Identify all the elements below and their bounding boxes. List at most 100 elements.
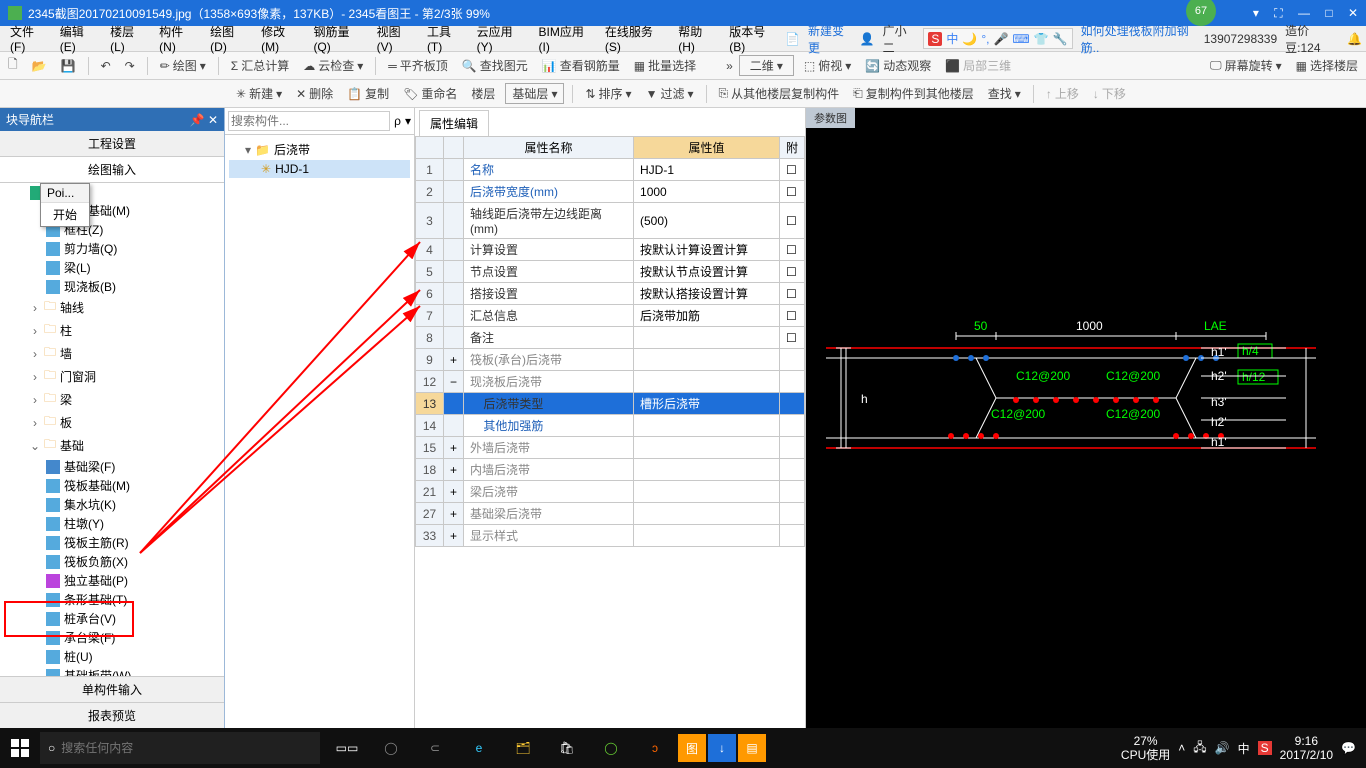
nav-item[interactable]: 独立基础(P) — [0, 571, 224, 590]
menu-edit[interactable]: 编辑(E) — [54, 23, 104, 54]
nav-tab-single[interactable]: 单构件输入 — [0, 676, 224, 702]
app3-icon[interactable]: ◯ — [590, 728, 632, 768]
menu-help[interactable]: 帮助(H) — [672, 23, 723, 54]
prop-row[interactable]: 4计算设置按默认计算设置计算☐ — [416, 239, 805, 261]
taskbar-search[interactable]: ○ — [40, 732, 320, 764]
nav-item[interactable]: 现浇板(B) — [0, 277, 224, 296]
prop-row[interactable]: 21+梁后浇带 — [416, 481, 805, 503]
nav-item[interactable]: 基础板带(W) — [0, 666, 224, 676]
volume-icon[interactable]: 🔊 — [1215, 741, 1230, 755]
app6-icon[interactable]: ▤ — [738, 734, 766, 762]
cortana-icon[interactable]: ○ — [48, 741, 55, 755]
prop-row[interactable]: 15+外墙后浇带 — [416, 437, 805, 459]
find-btn[interactable]: 查找 ▾ — [984, 83, 1025, 104]
nav-close-icon[interactable]: ✕ — [208, 113, 218, 127]
app4-icon[interactable]: ɔ — [634, 728, 676, 768]
prop-row[interactable]: 33+显示样式 — [416, 525, 805, 547]
drop-icon[interactable]: ▾ — [1253, 6, 1259, 20]
prop-row[interactable]: 14 其他加强筋 — [416, 415, 805, 437]
level-btn[interactable]: ═ 平齐板顶 — [384, 55, 452, 76]
app1-icon[interactable]: ◯ — [370, 728, 412, 768]
menu-view[interactable]: 视图(V) — [371, 23, 421, 54]
menu-modify[interactable]: 修改(M) — [255, 23, 307, 54]
cloud-check-btn[interactable]: ☁ 云检查 ▾ — [299, 55, 367, 76]
filter-btn[interactable]: ▼ 过滤 ▾ — [642, 83, 698, 104]
floor-select[interactable]: 基础层 ▾ — [505, 83, 564, 104]
prop-row[interactable]: 12−现浇板后浇带 — [416, 371, 805, 393]
nav-item[interactable]: 承台梁(F) — [0, 628, 224, 647]
network-icon[interactable]: 🖧 — [1193, 738, 1206, 759]
nav-item[interactable]: 柱墩(Y) — [0, 514, 224, 533]
menu-bim[interactable]: BIM应用(I) — [533, 23, 599, 54]
select-floor-btn[interactable]: ▦ 选择楼层 — [1292, 55, 1362, 76]
sum-btn[interactable]: Σ 汇总计算 — [227, 55, 293, 76]
nav-item[interactable]: ›🗀梁 — [0, 388, 224, 411]
ime-bar[interactable]: S中🌙°,🎤⌨👕🔧 — [923, 28, 1072, 49]
close-icon[interactable]: ✕ — [1348, 6, 1358, 20]
edge-icon[interactable]: e — [458, 728, 500, 768]
photos-icon[interactable]: 图 — [678, 734, 706, 762]
redo-icon[interactable]: ↷ — [121, 57, 139, 75]
copy-from-btn[interactable]: ⎘ 从其他楼层复制构件 — [715, 83, 844, 104]
search-opts-icon[interactable]: ▾ — [405, 114, 411, 128]
nav-item[interactable]: 筏板基础(M) — [0, 201, 224, 220]
orbit-btn[interactable]: 🔄 动态观察 — [861, 55, 935, 76]
tray-up-icon[interactable]: ˄ — [1178, 741, 1185, 755]
bell-icon[interactable]: 🔔 — [1347, 32, 1362, 46]
menu-component[interactable]: 构件(N) — [153, 23, 204, 54]
nav-item[interactable]: 基础梁(F) — [0, 457, 224, 476]
cpu-meter[interactable]: 27%CPU使用 — [1121, 734, 1170, 763]
pin-icon[interactable]: 📌 — [190, 113, 205, 127]
prop-row[interactable]: 18+内墙后浇带 — [416, 459, 805, 481]
nav-item[interactable]: 筏板基础(M) — [0, 476, 224, 495]
rename-btn[interactable]: 🏷 重命名 — [399, 83, 461, 104]
tree-child-hjd1[interactable]: ✳ HJD-1 — [229, 160, 410, 178]
copy-btn[interactable]: 📋 复制 — [343, 83, 393, 104]
copy-to-btn[interactable]: ⎗ 复制构件到其他楼层 — [849, 83, 978, 104]
nav-item[interactable]: ›🗀门窗洞 — [0, 365, 224, 388]
prop-row[interactable]: 3轴线距后浇带左边线距离(mm)(500)☐ — [416, 203, 805, 239]
menu-cloud[interactable]: 云应用(Y) — [471, 23, 533, 54]
nav-item[interactable]: ⌄🗀基础 — [0, 434, 224, 457]
restore-icon[interactable]: ⛶ — [1274, 6, 1282, 20]
explorer-icon[interactable]: 🗂 — [502, 728, 544, 768]
taskview-icon[interactable]: ▭▭ — [326, 728, 368, 768]
nav-item[interactable]: 条形基础(T) — [0, 590, 224, 609]
nav-tree[interactable]: Poi... 开始 J)筏板基础(M)框柱(Z)剪力墙(Q)梁(L)现浇板(B)… — [0, 183, 224, 676]
nav-item[interactable]: 集水坑(K) — [0, 495, 224, 514]
taskbar-search-input[interactable] — [61, 741, 312, 755]
prop-row[interactable]: 7汇总信息后浇带加筋☐ — [416, 305, 805, 327]
prop-row[interactable]: 6搭接设置按默认搭接设置计算☐ — [416, 283, 805, 305]
new-change[interactable]: 新建变更 — [808, 22, 852, 56]
nav-item[interactable]: 桩承台(V) — [0, 609, 224, 628]
nav-item[interactable]: 梁(L) — [0, 258, 224, 277]
nav-item[interactable]: 框柱(Z) — [0, 220, 224, 239]
nav-tab-settings[interactable]: 工程设置 — [0, 131, 224, 157]
undo-icon[interactable]: ↶ — [97, 57, 115, 75]
draw-btn[interactable]: ✏ 绘图 ▾ — [156, 55, 210, 76]
new-file-icon[interactable]: 🗋 — [4, 53, 22, 78]
start-button[interactable] — [0, 728, 40, 768]
move-up-btn[interactable]: ↑ 上移 — [1042, 83, 1083, 104]
store-icon[interactable]: 🛍 — [546, 728, 588, 768]
nav-tab-draw[interactable]: 绘图输入 — [0, 157, 224, 183]
menu-rebar[interactable]: 钢筋量(Q) — [307, 23, 370, 54]
prop-row[interactable]: 5节点设置按默认节点设置计算☐ — [416, 261, 805, 283]
local3d-btn[interactable]: ⬛ 局部三维 — [941, 55, 1015, 76]
prop-row[interactable]: 13 后浇带类型槽形后浇带 — [416, 393, 805, 415]
prop-row[interactable]: 1名称HJD-1☐ — [416, 159, 805, 181]
batch-select-btn[interactable]: ▦ 批量选择 — [630, 55, 700, 76]
prop-row[interactable]: 2后浇带宽度(mm)1000☐ — [416, 181, 805, 203]
maximize-icon[interactable]: □ — [1325, 6, 1332, 20]
sort-btn[interactable]: ⇅ 排序 ▾ — [581, 83, 635, 104]
nav-item[interactable]: ›🗀墙 — [0, 342, 224, 365]
prop-row[interactable]: 9+筏板(承台)后浇带 — [416, 349, 805, 371]
nav-item[interactable]: 筏板主筋(R) — [0, 533, 224, 552]
nav-item[interactable]: 桩(U) — [0, 647, 224, 666]
menu-file[interactable]: 文件(F) — [4, 23, 54, 54]
nav-item[interactable]: 筏板负筋(X) — [0, 552, 224, 571]
new-btn[interactable]: ✳ 新建 ▾ — [232, 83, 286, 104]
search-go-icon[interactable]: ρ — [394, 114, 401, 128]
view2d-select[interactable]: 二维 ▾ — [739, 55, 794, 76]
menu-floor[interactable]: 楼层(L) — [104, 23, 153, 54]
